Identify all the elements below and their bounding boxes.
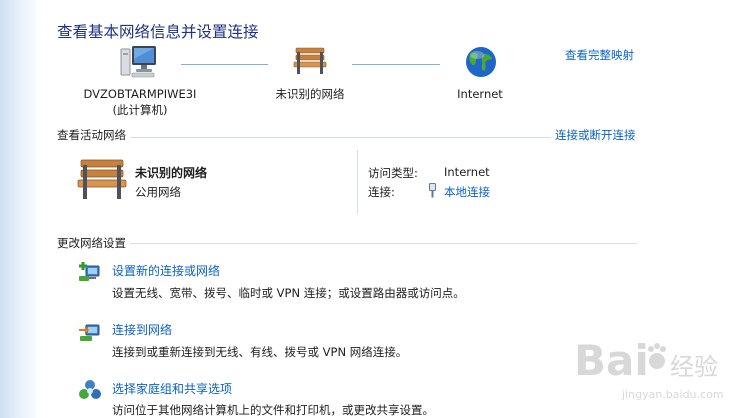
setup-new-connection-link[interactable]: 设置新的连接或网络 (112, 262, 220, 279)
baidu-watermark-jingyan: 经验 (670, 353, 718, 381)
connector-network-internet (352, 64, 440, 65)
access-type-label: 访问类型: (368, 166, 418, 180)
connect-to-network-desc: 连接到或重新连接到无线、有线、拨号或 VPN 网络连接。 (112, 345, 408, 359)
homegroup-sharing-desc: 访问位于其他网络计算机上的文件和打印机，或更改共享设置。 (112, 403, 434, 417)
setup-new-connection-desc: 设置无线、宽带、拨号、临时或 VPN 连接；或设置路由器或访问点。 (112, 286, 465, 300)
network-bench-icon[interactable] (77, 157, 127, 201)
globe-icon[interactable] (465, 46, 497, 78)
connector-computer-network (181, 64, 268, 65)
local-connection-link[interactable]: 本地连接 (444, 184, 490, 200)
navigation-pane-edge (0, 0, 36, 418)
connect-to-network-link[interactable]: 连接到网络 (112, 321, 172, 338)
active-networks-divider (57, 137, 637, 138)
full-map-link[interactable]: 查看完整映射 (565, 47, 634, 63)
access-type-value: Internet (444, 165, 490, 179)
page-title: 查看基本网络信息并设置连接 (57, 23, 259, 41)
connect-disconnect-link[interactable]: 连接或断开连接 (551, 127, 636, 143)
ethernet-icon (428, 183, 437, 198)
homegroup-sharing-link[interactable]: 选择家庭组和共享选项 (112, 380, 232, 397)
homegroup-icon (78, 378, 102, 402)
active-networks-header: 查看活动网络 (57, 127, 130, 143)
computer-name: DVZOBTARMPIWE3I (83, 87, 197, 101)
connections-label: 连接: (368, 185, 395, 199)
connect-network-icon (78, 321, 102, 343)
change-settings-divider (57, 243, 637, 244)
network-name: 未识别的网络 (275, 87, 345, 101)
internet-label: Internet (457, 87, 503, 101)
change-settings-header: 更改网络设置 (57, 235, 130, 251)
baidu-watermark-url: jingyan.baidu.com (622, 388, 724, 401)
baidu-watermark-brand: Bai (574, 336, 649, 385)
active-network-name: 未识别的网络 (135, 166, 208, 180)
computer-subtitle: (此计算机) (112, 103, 168, 117)
active-network-separator (357, 150, 358, 214)
bench-icon[interactable] (293, 46, 327, 76)
computer-icon[interactable] (120, 45, 158, 79)
baidu-paw-icon (647, 343, 667, 375)
new-connection-icon (78, 261, 102, 283)
active-network-type[interactable]: 公用网络 (135, 184, 181, 200)
